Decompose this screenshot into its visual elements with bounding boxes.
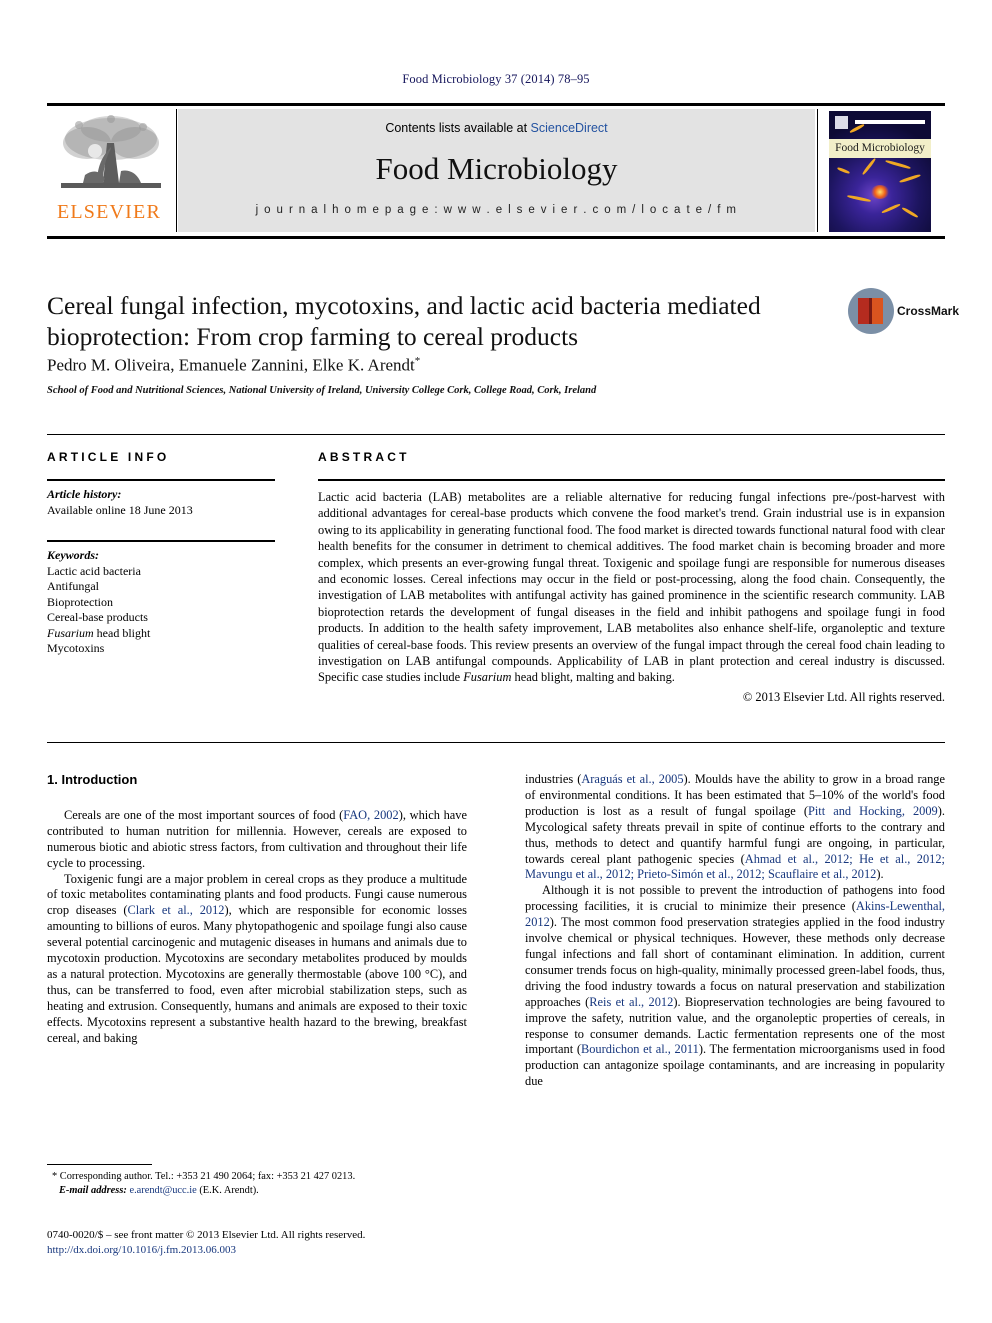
- abstract-heading: ABSTRACT: [318, 450, 410, 464]
- info-section-top-rule: [47, 434, 945, 435]
- intro-paragraph-3: industries (Araguás et al., 2005). Mould…: [525, 772, 945, 883]
- page-title: Cereal fungal infection, mycotoxins, and…: [47, 291, 761, 351]
- keyword-item: Bioprotection: [47, 594, 113, 609]
- cover-glow: [871, 185, 889, 199]
- masthead-top-rule: [47, 103, 945, 106]
- keyword-genus: Fusarium: [47, 625, 94, 640]
- abstract-rule: [318, 479, 945, 481]
- doi-link[interactable]: http://dx.doi.org/10.1016/j.fm.2013.06.0…: [47, 1243, 507, 1258]
- keyword-item: Mycotoxins: [47, 641, 105, 655]
- corresponding-author-footnote: * Corresponding author. Tel.: +353 21 49…: [47, 1164, 467, 1197]
- corresponding-author-marker: *: [414, 355, 421, 367]
- intro-paragraph-2: Toxigenic fungi are a major problem in c…: [47, 872, 467, 1047]
- body-section-rule: [47, 742, 945, 743]
- author-affiliation: School of Food and Nutritional Sciences,…: [47, 385, 597, 396]
- email-link[interactable]: e.arendt@ucc.ie: [129, 1185, 196, 1196]
- section-heading-introduction: 1. Introduction: [47, 772, 138, 787]
- article-history-label: Article history:: [47, 487, 122, 501]
- contents-available-line: Contents lists available at ScienceDirec…: [178, 121, 815, 135]
- citation-link[interactable]: FAO, 2002: [343, 808, 398, 822]
- keyword-item: Fusarium head blight: [47, 626, 275, 642]
- abstract-copyright: © 2013 Elsevier Ltd. All rights reserved…: [742, 689, 945, 704]
- journal-homepage-line[interactable]: j o u r n a l h o m e p a g e : w w w . …: [178, 204, 815, 216]
- citation-link[interactable]: Reis et al., 2012: [589, 995, 673, 1009]
- journal-cover-thumbnail: Food Microbiology: [817, 109, 943, 232]
- contents-prefix: Contents lists available at: [385, 121, 531, 135]
- sciencedirect-link[interactable]: ScienceDirect: [531, 121, 608, 135]
- intro-paragraph-4: Although it is not possible to prevent t…: [525, 883, 945, 1090]
- cover-filament: [849, 123, 865, 134]
- cover-filament: [881, 203, 901, 214]
- citation-link[interactable]: Clark et al., 2012: [127, 903, 224, 917]
- cover-filament: [901, 206, 919, 219]
- author-names: Pedro M. Oliveira, Emanuele Zannini, Elk…: [47, 355, 415, 375]
- intro-p2-text-b: ), which are responsible for economic lo…: [47, 903, 467, 1045]
- crossmark-book-spine-icon: [869, 298, 872, 324]
- cover-title-band: Food Microbiology: [829, 139, 931, 158]
- intro-paragraph-1: Cereals are one of the most important so…: [47, 808, 467, 872]
- elsevier-wordmark: ELSEVIER: [56, 201, 162, 223]
- keyword-item: Lactic acid bacteria: [47, 563, 141, 578]
- footnote-email-suffix: (E.K. Arendt).: [196, 1184, 259, 1196]
- journal-masthead: ELSEVIER Contents lists available at Sci…: [47, 103, 945, 239]
- crossmark-badge[interactable]: CrossMark: [848, 288, 959, 338]
- keywords-label: Keywords:: [47, 548, 99, 562]
- keyword-item: Cereal-base products: [47, 610, 148, 624]
- cover-filament: [861, 157, 877, 176]
- cover-publisher-mark-icon: [835, 116, 848, 129]
- masthead-bottom-rule: [47, 236, 945, 239]
- footnote-rule: [47, 1164, 152, 1165]
- abstract-column: Lactic acid bacteria (LAB) metabolites a…: [318, 470, 945, 705]
- footnote-email-line: E-mail address: e.arendt@ucc.ie (E.K. Ar…: [47, 1184, 467, 1198]
- keyword-item: Antifungal: [47, 579, 99, 593]
- body-column-right: industries (Araguás et al., 2005). Mould…: [525, 772, 945, 1090]
- cover-filament: [899, 173, 921, 184]
- crossmark-label: CrossMark: [897, 304, 960, 318]
- body-column-left: 1. Introduction Cereals are one of the m…: [47, 772, 467, 1047]
- abstract-genus: Fusarium: [463, 670, 512, 685]
- cover-filament: [836, 166, 851, 175]
- keywords-rule: [47, 540, 275, 542]
- journal-cover-image: Food Microbiology: [829, 111, 931, 232]
- running-head: Food Microbiology 37 (2014) 78–95: [402, 72, 590, 86]
- issn-copyright-line: 0740-0020/$ – see front matter © 2013 El…: [47, 1229, 366, 1241]
- footnote-contact-text: Corresponding author. Tel.: +353 21 490 …: [57, 1171, 356, 1182]
- cover-white-bar: [855, 120, 925, 124]
- abstract-text-part2: head blight, malting and baking.: [511, 670, 675, 685]
- article-history-rule: [47, 479, 275, 481]
- intro-p1-text-a: Cereals are one of the most important so…: [64, 807, 344, 822]
- citation-link[interactable]: Pitt and Hocking, 2009: [808, 804, 938, 818]
- author-list: Pedro M. Oliveira, Emanuele Zannini, Elk…: [47, 355, 837, 376]
- article-history-value: Available online 18 June 2013: [47, 502, 193, 517]
- crossmark-circle-icon: [848, 288, 894, 334]
- journal-article-page: Food Microbiology 37 (2014) 78–95 ELSEVI…: [0, 0, 992, 1323]
- intro-p3-text-d: ).: [876, 867, 884, 882]
- article-info-heading: ARTICLE INFO: [47, 450, 170, 464]
- citation-link[interactable]: Araguás et al., 2005: [581, 772, 683, 786]
- abstract-body: Lactic acid bacteria (LAB) metabolites a…: [318, 489, 945, 686]
- citation-link[interactable]: Bourdichon et al., 2011: [581, 1042, 699, 1056]
- article-info-column: Article history: Available online 18 Jun…: [47, 470, 275, 657]
- page-footer: 0740-0020/$ – see front matter © 2013 El…: [47, 1228, 507, 1257]
- crossmark-book-right-icon: [871, 298, 883, 324]
- keyword-rest: head blight: [93, 625, 151, 640]
- cover-filament: [885, 159, 911, 170]
- masthead-center-panel: Contents lists available at ScienceDirec…: [178, 109, 815, 232]
- journal-title: Food Microbiology: [375, 151, 618, 186]
- intro-p3-text-a: industries (: [525, 772, 582, 786]
- footnote-contact-line: * Corresponding author. Tel.: +353 21 49…: [47, 1170, 467, 1184]
- abstract-text-part1: Lactic acid bacteria (LAB) metabolites a…: [318, 490, 945, 685]
- elsevier-logo: ELSEVIER: [49, 109, 177, 232]
- elsevier-tree-icon: [61, 115, 161, 188]
- cover-filament: [846, 194, 872, 203]
- email-address-label: E-mail address:: [59, 1184, 127, 1196]
